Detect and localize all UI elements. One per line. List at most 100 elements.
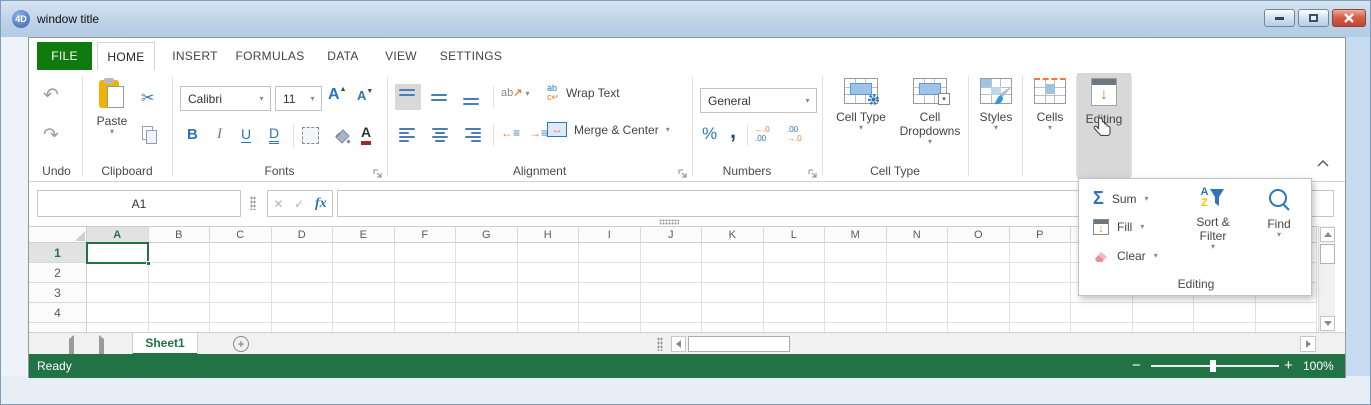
- italic-button[interactable]: I: [217, 126, 222, 143]
- grid-cell-F1[interactable]: [395, 243, 457, 263]
- grid-cell-K3[interactable]: [702, 283, 764, 303]
- scroll-right-button[interactable]: [1300, 336, 1316, 352]
- grid-cell-O4[interactable]: [948, 303, 1010, 323]
- grid-cell-D2[interactable]: [272, 263, 334, 283]
- number-format-combo[interactable]: General ▾: [700, 88, 817, 113]
- align-right-button[interactable]: [459, 122, 485, 148]
- grid-cell-S[interactable]: [1194, 323, 1256, 332]
- tab-formulas[interactable]: FORMULAS: [231, 42, 309, 70]
- row-header-4[interactable]: 4: [29, 303, 87, 323]
- row-header-partial[interactable]: [29, 323, 87, 332]
- column-header-B[interactable]: B: [149, 227, 211, 243]
- column-header-F[interactable]: F: [395, 227, 457, 243]
- grid-cell-F2[interactable]: [395, 263, 457, 283]
- grid-cell-G1[interactable]: [456, 243, 518, 263]
- column-header-G[interactable]: G: [456, 227, 518, 243]
- selected-cell-A1[interactable]: [86, 242, 149, 264]
- align-top-button[interactable]: [395, 84, 421, 110]
- bold-button[interactable]: B: [187, 126, 198, 143]
- double-underline-button[interactable]: D: [269, 125, 279, 144]
- scroll-up-button[interactable]: [1320, 227, 1335, 242]
- grid-cell-O2[interactable]: [948, 263, 1010, 283]
- column-header-C[interactable]: C: [210, 227, 272, 243]
- column-header-L[interactable]: L: [764, 227, 826, 243]
- undo-button[interactable]: ↶: [43, 84, 59, 107]
- grid-cell-A3[interactable]: [87, 283, 149, 303]
- row-header-1[interactable]: 1: [29, 243, 87, 263]
- grid-cell-I1[interactable]: [579, 243, 641, 263]
- cell-type-button[interactable]: Cell Type ▾: [830, 78, 892, 132]
- font-name-combo[interactable]: Calibri ▾: [180, 86, 271, 111]
- cell-dropdowns-button[interactable]: ▾ Cell Dropdowns ▾: [897, 78, 963, 146]
- grid-cell-J[interactable]: [641, 323, 703, 332]
- grid-cell-K4[interactable]: [702, 303, 764, 323]
- grid-cell-I4[interactable]: [579, 303, 641, 323]
- grid-cell-N3[interactable]: [887, 283, 949, 303]
- grid-cell-H[interactable]: [518, 323, 580, 332]
- zoom-in-button[interactable]: +: [1284, 357, 1293, 374]
- grid-cell-B4[interactable]: [149, 303, 211, 323]
- font-size-combo[interactable]: 11 ▾: [275, 86, 322, 111]
- grid-cell-F3[interactable]: [395, 283, 457, 303]
- tab-settings[interactable]: SETTINGS: [435, 42, 507, 70]
- maximize-button[interactable]: [1298, 9, 1329, 27]
- increase-indent-button[interactable]: →≡: [529, 126, 548, 140]
- percent-style-button[interactable]: %: [702, 124, 717, 144]
- grid-cell-O[interactable]: [948, 323, 1010, 332]
- tab-file[interactable]: FILE: [37, 42, 92, 70]
- formula-bar-resize-grip[interactable]: [659, 219, 679, 225]
- redo-button[interactable]: ↷: [43, 124, 59, 147]
- vertical-scrollbar[interactable]: [1318, 226, 1335, 332]
- grid-cell-F[interactable]: [395, 323, 457, 332]
- title-bar[interactable]: 4D window title: [1, 1, 1370, 37]
- grid-cell-I[interactable]: [579, 323, 641, 332]
- decrease-decimal-button[interactable]: ←.0.00: [755, 125, 770, 143]
- minimize-button[interactable]: [1264, 9, 1295, 27]
- grid-cell-G[interactable]: [456, 323, 518, 332]
- orientation-button[interactable]: ab↗ ▾: [501, 86, 530, 99]
- grid-cell-D1[interactable]: [272, 243, 334, 263]
- select-all-corner[interactable]: [29, 227, 87, 243]
- grid-cell-Q4[interactable]: [1071, 303, 1133, 323]
- copy-button[interactable]: [142, 126, 158, 144]
- grid-cell-J4[interactable]: [641, 303, 703, 323]
- numbers-dialog-launcher[interactable]: [808, 166, 818, 176]
- sum-button[interactable]: Σ Sum ▾: [1093, 188, 1149, 209]
- grid-cell-C1[interactable]: [210, 243, 272, 263]
- scroll-left-button[interactable]: [671, 336, 686, 352]
- grid-cell-C2[interactable]: [210, 263, 272, 283]
- grid-cell-E[interactable]: [333, 323, 395, 332]
- underline-button[interactable]: U: [241, 126, 251, 143]
- column-header-D[interactable]: D: [272, 227, 334, 243]
- insert-function-button[interactable]: fx: [315, 196, 327, 212]
- font-color-button[interactable]: A: [361, 124, 371, 145]
- grid-cell-H4[interactable]: [518, 303, 580, 323]
- grid-cell-L1[interactable]: [764, 243, 826, 263]
- column-header-J[interactable]: J: [641, 227, 703, 243]
- column-header-E[interactable]: E: [333, 227, 395, 243]
- grid-cell-A[interactable]: [87, 323, 149, 332]
- align-left-button[interactable]: [395, 122, 421, 148]
- grid-cell-C[interactable]: [210, 323, 272, 332]
- grid-cell-R4[interactable]: [1133, 303, 1195, 323]
- close-button[interactable]: [1332, 9, 1366, 27]
- grid-cell-O1[interactable]: [948, 243, 1010, 263]
- cut-button[interactable]: ✂: [141, 88, 154, 108]
- column-header-M[interactable]: M: [825, 227, 887, 243]
- grid-cell-C3[interactable]: [210, 283, 272, 303]
- increase-decimal-button[interactable]: .00→.0: [787, 125, 802, 143]
- grid-cell-J1[interactable]: [641, 243, 703, 263]
- grid-cell-O3[interactable]: [948, 283, 1010, 303]
- row-header-2[interactable]: 2: [29, 263, 87, 283]
- tab-data[interactable]: DATA: [319, 42, 367, 70]
- tab-view[interactable]: VIEW: [377, 42, 425, 70]
- cells-button[interactable]: Cells ▾: [1026, 78, 1074, 132]
- cancel-icon[interactable]: ✕: [273, 197, 283, 211]
- column-header-K[interactable]: K: [702, 227, 764, 243]
- name-box-splitter[interactable]: [250, 196, 256, 210]
- grid-cell-B1[interactable]: [149, 243, 211, 263]
- grid-cell-S4[interactable]: [1194, 303, 1256, 323]
- clear-button[interactable]: Clear ▾: [1093, 249, 1158, 263]
- grid-cell-E2[interactable]: [333, 263, 395, 283]
- grid-cell-G2[interactable]: [456, 263, 518, 283]
